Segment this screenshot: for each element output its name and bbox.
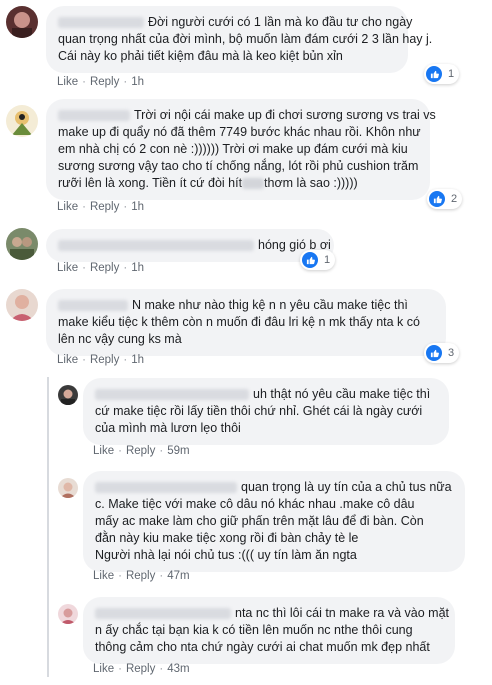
like-reaction-icon xyxy=(302,252,318,268)
comment-actions: Like · Reply · 43m xyxy=(93,663,190,675)
timestamp[interactable]: 1h xyxy=(131,201,144,213)
like-button[interactable]: Like xyxy=(93,445,114,457)
comment-text: em nhà chị có 2 con nè :)))))) Trời ơi m… xyxy=(58,142,408,156)
comment-actions: Like · Reply · 1h xyxy=(57,201,144,213)
timestamp[interactable]: 1h xyxy=(131,262,144,274)
timestamp[interactable]: 1h xyxy=(131,354,144,366)
reaction-count[interactable]: 1 xyxy=(424,64,460,84)
comment-text: thơm là sao :))))) xyxy=(264,176,358,190)
reaction-count[interactable]: 3 xyxy=(424,343,460,363)
like-button[interactable]: Like xyxy=(93,570,114,582)
comment-text: Trời ơi nội cái make up đi chơi sương sư… xyxy=(134,108,436,122)
like-button[interactable]: Like xyxy=(57,201,78,213)
like-button[interactable]: Like xyxy=(57,76,78,88)
avatar[interactable] xyxy=(58,478,78,498)
reply-button[interactable]: Reply xyxy=(126,663,155,675)
comment-text: Đời người cưới có 1 lần mà ko đầu tư cho… xyxy=(148,15,413,29)
comment-actions: Like · Reply · 47m xyxy=(93,570,190,582)
author-name[interactable] xyxy=(95,608,231,620)
author-name[interactable] xyxy=(58,17,144,29)
timestamp[interactable]: 59m xyxy=(167,445,189,457)
comment-bubble: Đời người cưới có 1 lần mà ko đầu tư cho… xyxy=(46,6,433,73)
timestamp[interactable]: 1h xyxy=(131,76,144,88)
reply-button[interactable]: Reply xyxy=(126,570,155,582)
comment-bubble: quan trọng là uy tín của a chủ tus nữa c… xyxy=(83,471,465,572)
comment-text: quan trọng nhất của đời mình, bộ muốn là… xyxy=(58,32,433,46)
author-name[interactable] xyxy=(58,300,128,312)
like-reaction-icon xyxy=(426,66,442,82)
reply-button[interactable]: Reply xyxy=(90,262,119,274)
reaction-count[interactable]: 2 xyxy=(427,189,463,209)
avatar[interactable] xyxy=(58,385,78,405)
reply-button[interactable]: Reply xyxy=(90,201,119,213)
reply-button[interactable]: Reply xyxy=(90,76,119,88)
comment-text: Người nhà lại nói chủ tus :((( uy tín là… xyxy=(95,548,357,562)
comment-text: rưỡi lên là xong. Tiền ít cứ đòi hít xyxy=(58,176,243,190)
comment-actions: Like · Reply · 1h xyxy=(57,262,144,274)
author-name[interactable] xyxy=(95,389,249,401)
avatar[interactable] xyxy=(6,105,38,137)
comment-text: make kiểu tiệc k thêm còn n muốn đi đâu … xyxy=(58,315,420,329)
comment-text: thông cảm cho nta chứ ngày cưới ai chat … xyxy=(95,640,430,654)
comment-text: N make như nào thig kệ n n yêu cầu make … xyxy=(132,298,408,312)
comment-actions: Like · Reply · 1h xyxy=(57,76,144,88)
comment-text: uh thật nó yêu cầu make tiệc thì xyxy=(253,387,431,401)
author-name[interactable] xyxy=(58,240,254,252)
avatar[interactable] xyxy=(6,289,38,321)
comment-text: mấy ac make làm cho giữ phấn trên mặt lâ… xyxy=(95,514,424,528)
avatar[interactable] xyxy=(6,6,38,38)
comment-text: make up đi quẩy nó đã thêm 7749 bước khá… xyxy=(58,125,421,139)
comment-bubble: uh thật nó yêu cầu make tiệc thì cứ make… xyxy=(83,378,449,445)
timestamp[interactable]: 47m xyxy=(167,570,189,582)
reply-button[interactable]: Reply xyxy=(90,354,119,366)
comment-bubble: Trời ơi nội cái make up đi chơi sương sư… xyxy=(46,99,436,200)
author-name[interactable] xyxy=(58,110,130,122)
like-button[interactable]: Like xyxy=(57,354,78,366)
timestamp[interactable]: 43m xyxy=(167,663,189,675)
like-button[interactable]: Like xyxy=(93,663,114,675)
comment-actions: Like · Reply · 59m xyxy=(93,445,190,457)
comment-actions: Like · Reply · 1h xyxy=(57,354,144,366)
comment-text: sương sương vậy tao cho tí chống nắng, l… xyxy=(58,159,419,173)
author-name[interactable] xyxy=(95,482,237,494)
comment-text: n ấy chắc tại bạn kia k có tiền lên muốn… xyxy=(95,623,413,637)
reaction-count[interactable]: 1 xyxy=(300,250,336,270)
comment-text: cứ make tiệc rồi lấy tiền thôi chứ nhỉ. … xyxy=(95,404,423,418)
avatar[interactable] xyxy=(58,604,78,624)
comment-text: nta nc thì lôi cái tn make ra và vào mặt xyxy=(235,606,449,620)
like-reaction-icon xyxy=(429,191,445,207)
comment-text: đằn này kiu make tiệc xong rồi đi bàn ch… xyxy=(95,531,359,545)
reply-thread-line xyxy=(47,377,49,677)
comment-text: Cái này ko phải tiết kiệm đâu mà là keo … xyxy=(58,49,343,63)
comment-bubble: nta nc thì lôi cái tn make ra và vào mặt… xyxy=(83,597,455,664)
comment-text: c. Make tiệc với make cô dâu nó khác nha… xyxy=(95,497,415,511)
like-reaction-icon xyxy=(426,345,442,361)
avatar[interactable] xyxy=(6,228,38,260)
comment-text: lên nc vậy cung ks mà xyxy=(58,332,182,346)
comment-text: quan trọng là uy tín của a chủ tus nữa xyxy=(241,480,452,494)
comment-bubble: hóng gió b ơi xyxy=(46,229,334,262)
reply-button[interactable]: Reply xyxy=(126,445,155,457)
like-button[interactable]: Like xyxy=(57,262,78,274)
comment-bubble: N make như nào thig kệ n n yêu cầu make … xyxy=(46,289,446,356)
comment-text: của mình mà lươn lẹo thôi xyxy=(95,421,241,435)
